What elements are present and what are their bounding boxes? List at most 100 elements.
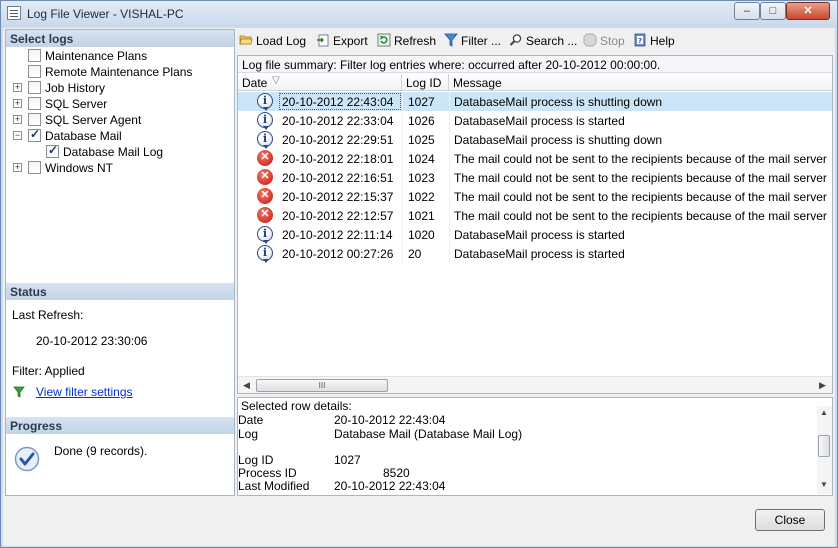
tree-item-checkbox[interactable]	[28, 127, 41, 142]
tree-item-label: Database Mail Log	[63, 145, 164, 159]
error-icon: ✕	[257, 150, 273, 166]
column-header-log-id[interactable]: Log ID	[402, 74, 449, 91]
details-date-value: 20-10-2012 22:43:04	[334, 413, 446, 427]
tree-item[interactable]: Remote Maintenance Plans	[6, 64, 234, 80]
cell-message: DatabaseMail process is started	[454, 247, 625, 261]
details-log-value: Database Mail (Database Mail Log)	[334, 427, 523, 441]
column-divider	[402, 168, 403, 187]
tree-item-checkbox[interactable]	[46, 143, 59, 158]
table-row[interactable]: i 20-10-2012 22:43:04 1027 DatabaseMail pro…	[238, 92, 832, 111]
table-row[interactable]: i 20-10-2012 22:33:04 1026 DatabaseMail pro…	[238, 111, 832, 130]
scroll-right-arrow-icon[interactable]: ▶	[816, 379, 829, 392]
details-header: Selected row details:	[241, 399, 352, 413]
help-label: Help	[650, 34, 675, 48]
collapse-icon[interactable]: −	[13, 131, 22, 140]
close-window-button[interactable]: ✕	[786, 2, 830, 20]
cell-log-id: 20	[408, 247, 422, 261]
load-log-button[interactable]: Load Log	[239, 33, 306, 51]
horizontal-scroll-thumb[interactable]: III	[256, 379, 388, 392]
done-check-icon	[14, 446, 40, 472]
expand-icon[interactable]: +	[13, 163, 22, 172]
filter-button[interactable]: Filter ...	[444, 33, 501, 51]
tree-item-label: SQL Server	[45, 97, 108, 111]
cell-log-id: 1021	[408, 209, 435, 223]
tree-item[interactable]: − Database Mail	[6, 127, 234, 144]
table-row[interactable]: ✕ 20-10-2012 22:16:51 1023 The mail could n…	[238, 168, 832, 187]
table-row[interactable]: i 20-10-2012 22:11:14 1020 DatabaseMail pro…	[238, 225, 832, 244]
filter-status: Filter: Applied	[12, 364, 85, 378]
log-grid: Log file summary: Filter log entries whe…	[237, 55, 833, 394]
view-filter-settings-link[interactable]: View filter settings	[36, 385, 133, 399]
tree-item-checkbox[interactable]	[28, 65, 41, 78]
filter-label: Filter ...	[461, 34, 502, 48]
column-header-message[interactable]: Message	[449, 74, 832, 91]
filter-summary: Log file summary: Filter log entries whe…	[238, 56, 832, 73]
table-row[interactable]: i 20-10-2012 22:29:51 1025 DatabaseMail pro…	[238, 130, 832, 149]
column-divider	[449, 111, 450, 130]
tree-item-checkbox[interactable]	[28, 113, 41, 126]
cell-log-id: 1025	[408, 133, 435, 147]
progress-text: Done (9 records).	[54, 444, 148, 458]
tree-item-checkbox[interactable]	[28, 49, 41, 62]
vertical-scroll-thumb[interactable]	[818, 435, 830, 457]
help-button[interactable]: ? Help	[633, 33, 675, 51]
tree-item-checkbox[interactable]	[28, 161, 41, 174]
expand-icon[interactable]: +	[13, 99, 22, 108]
details-log-label: Log	[238, 427, 259, 441]
refresh-button[interactable]: Refresh	[377, 33, 436, 51]
scroll-left-arrow-icon[interactable]: ◀	[240, 379, 253, 392]
error-icon: ✕	[257, 207, 273, 223]
tree-item-checkbox[interactable]	[28, 97, 41, 110]
close-button[interactable]: Close	[755, 509, 825, 531]
title-bar[interactable]: Log File Viewer - VISHAL-PC – □ ✕	[1, 1, 837, 27]
table-row[interactable]: i 20-10-2012 00:27:26 20 DatabaseMail proce…	[238, 244, 832, 263]
search-button[interactable]: Search ...	[509, 33, 577, 51]
expand-icon[interactable]: +	[13, 83, 22, 92]
column-divider	[402, 149, 403, 168]
column-divider	[402, 111, 403, 130]
tree-item-label: Job History	[45, 81, 106, 95]
cell-log-id: 1022	[408, 190, 435, 204]
tree-item[interactable]: Database Mail Log	[6, 143, 234, 160]
export-icon	[316, 33, 330, 47]
maximize-button[interactable]: □	[760, 2, 786, 20]
tree-item[interactable]: + Job History	[6, 80, 234, 96]
table-row[interactable]: ✕ 20-10-2012 22:12:57 1021 The mail could n…	[238, 206, 832, 225]
horizontal-scrollbar[interactable]: ◀ III ▶	[238, 376, 832, 393]
cell-log-id: 1020	[408, 228, 435, 242]
expand-icon[interactable]: +	[13, 115, 22, 124]
cell-message: The mail could not be sent to the recipi…	[454, 209, 828, 223]
info-icon: i	[257, 245, 273, 263]
scroll-up-arrow-icon[interactable]: ▲	[818, 408, 830, 420]
left-pane: Select logs Maintenance Plans Remote Main…	[5, 29, 235, 496]
svg-text:?: ?	[638, 37, 642, 45]
column-divider	[449, 130, 450, 149]
cell-log-id: 1026	[408, 114, 435, 128]
focus-rectangle	[279, 93, 401, 110]
tree-item[interactable]: Maintenance Plans	[6, 48, 234, 64]
details-vertical-scrollbar[interactable]: ▲ ▼	[817, 406, 832, 494]
error-icon: ✕	[257, 188, 273, 204]
tree-item[interactable]: + Windows NT	[6, 160, 234, 176]
column-divider	[449, 244, 450, 263]
minimize-button[interactable]: –	[734, 2, 760, 20]
column-header-date[interactable]: Date ▽	[238, 74, 402, 91]
tree-item[interactable]: + SQL Server	[6, 96, 234, 112]
sort-descending-icon: ▽	[272, 75, 280, 86]
table-row[interactable]: ✕ 20-10-2012 22:18:01 1024 The mail could n…	[238, 149, 832, 168]
toolbar: Load Log Export Refresh Filter ... Searc…	[237, 29, 833, 53]
export-button[interactable]: Export	[316, 33, 368, 51]
log-file-viewer-window: Log File Viewer - VISHAL-PC – □ ✕ Select…	[0, 0, 838, 548]
scroll-down-arrow-icon[interactable]: ▼	[818, 480, 830, 492]
cell-date: 20-10-2012 22:16:51	[282, 171, 394, 185]
column-divider	[449, 168, 450, 187]
details-last-modified-label: Last Modified	[238, 479, 310, 493]
table-row[interactable]: ✕ 20-10-2012 22:15:37 1022 The mail could n…	[238, 187, 832, 206]
tree-item[interactable]: + SQL Server Agent	[6, 112, 234, 128]
stop-button[interactable]: Stop	[583, 33, 625, 51]
cell-message: The mail could not be sent to the recipi…	[454, 190, 828, 204]
column-divider	[449, 225, 450, 244]
cell-date: 20-10-2012 22:29:51	[282, 133, 394, 147]
search-label: Search ...	[526, 34, 578, 48]
tree-item-checkbox[interactable]	[28, 81, 41, 94]
